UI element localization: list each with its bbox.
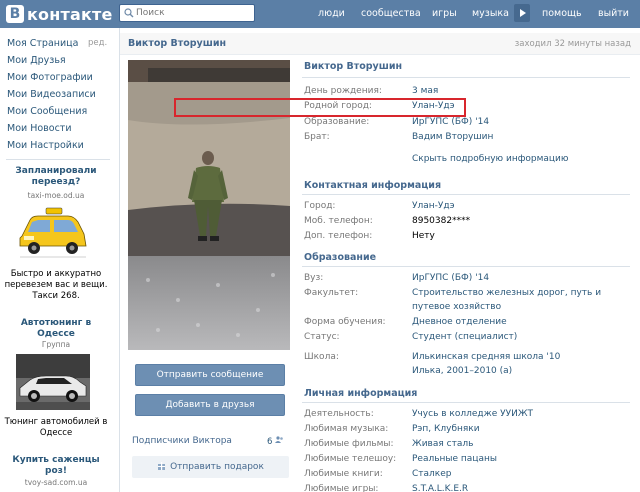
games-value[interactable]: S.T.A.L.K.E.R: [412, 484, 468, 492]
faculty-label: Факультет:: [304, 288, 359, 298]
birthday-value[interactable]: 3 мая: [412, 86, 438, 96]
brother-value[interactable]: Вадим Вторушин: [412, 132, 493, 142]
sidebar-edit-link[interactable]: ред.: [88, 38, 107, 48]
send-message-button[interactable]: Отправить сообщение: [135, 364, 285, 386]
send-gift-label: Отправить подарок: [170, 462, 264, 472]
education-section-title: Образование: [304, 252, 377, 263]
last-seen-status: заходил 32 минуты назад: [514, 39, 631, 49]
sidebar-item-photos[interactable]: Мои Фотографии: [7, 72, 93, 83]
top-header: В контакте люди сообщества игры музыка п…: [0, 0, 640, 28]
hide-details-link[interactable]: Скрыть подробную информацию: [412, 154, 568, 164]
books-label: Любимые книги:: [304, 469, 383, 479]
logo-text: контакте: [27, 4, 113, 24]
search-box[interactable]: [119, 4, 255, 22]
sidebar-item-friends[interactable]: Мои Друзья: [7, 55, 66, 66]
ad-domain: tvoy-sad.com.ua: [24, 478, 88, 487]
section-divider: [302, 194, 630, 195]
school-location-value[interactable]: Илька, 2001–2010 (а): [412, 366, 512, 376]
ad-domain: taxi-moe.od.ua: [27, 191, 85, 200]
profile-name-header: Виктор Вторушин: [128, 38, 227, 49]
followers-count[interactable]: 6: [267, 436, 284, 447]
ad-title[interactable]: Автотюнинг в Одессе: [4, 318, 108, 340]
section-divider: [302, 266, 630, 267]
sidebar-divider: [6, 159, 110, 160]
personal-section-title: Личная информация: [304, 388, 418, 399]
nav-games[interactable]: игры: [432, 8, 457, 19]
nav-help[interactable]: помощь: [542, 8, 582, 19]
ad-car-image[interactable]: [16, 354, 90, 410]
tv-label: Любимые телешоу:: [304, 454, 397, 464]
sidebar-item-settings[interactable]: Мои Настройки: [7, 140, 84, 151]
sidebar-item-news[interactable]: Мои Новости: [7, 123, 72, 134]
study-form-value[interactable]: Дневное отделение: [412, 317, 507, 327]
ad-text: Тюнинг автомобилей в Одессе: [4, 417, 108, 438]
birthday-label: День рождения:: [304, 86, 382, 96]
mobile-value: 8950382****: [412, 216, 471, 226]
section-divider: [302, 77, 630, 78]
ad-title[interactable]: Купить саженцы роз!: [4, 455, 108, 477]
sidebar-item-videos[interactable]: Мои Видеозаписи: [7, 89, 96, 100]
left-sidebar: Моя Страница ред. Мои Друзья Мои Фотогра…: [0, 28, 116, 492]
section-divider: [302, 402, 630, 403]
gift-icon: [158, 462, 166, 470]
nav-people[interactable]: люди: [318, 8, 345, 19]
followers-link[interactable]: Подписчики Виктора: [132, 436, 232, 446]
sidebar-item-messages[interactable]: Мои Сообщения: [7, 106, 87, 117]
mobile-label: Моб. телефон:: [304, 216, 373, 226]
faculty-value-line1[interactable]: Строительство железных дорог, путь и: [412, 288, 601, 298]
contacts-section-title: Контактная информация: [304, 180, 442, 191]
logo[interactable]: В контакте: [6, 4, 113, 24]
school-value[interactable]: Илькинская средняя школа '10: [412, 352, 560, 362]
sidebar-item-my-page[interactable]: Моя Страница: [7, 38, 78, 49]
education-label: Образование:: [304, 117, 370, 127]
city-label: Город:: [304, 201, 336, 211]
nav-communities[interactable]: сообщества: [361, 8, 421, 19]
ad-title[interactable]: Запланировали переезд?: [4, 166, 108, 188]
extra-phone-label: Доп. телефон:: [304, 231, 373, 241]
films-value[interactable]: Живая сталь: [412, 439, 473, 449]
nav-logout[interactable]: выйти: [598, 8, 629, 19]
university-label: Вуз:: [304, 273, 324, 283]
profile-full-name: Виктор Вторушин: [304, 61, 403, 72]
city-value[interactable]: Улан-Удэ: [412, 201, 455, 211]
search-input[interactable]: [136, 6, 251, 20]
ad-taxi-image[interactable]: [16, 206, 90, 261]
tv-value[interactable]: Реальные пацаны: [412, 454, 497, 464]
extra-phone-value: Нету: [412, 231, 435, 241]
brother-label: Брат:: [304, 132, 330, 142]
status-label: Статус:: [304, 332, 340, 342]
films-label: Любимые фильмы:: [304, 439, 394, 449]
hometown-highlight-box: [174, 98, 466, 117]
search-icon: [124, 8, 134, 18]
logo-mark: В: [6, 5, 24, 23]
add-friend-button[interactable]: Добавить в друзья: [135, 394, 285, 416]
people-icon: [275, 436, 283, 443]
games-label: Любимые игры:: [304, 484, 379, 492]
education-value[interactable]: ИрГУПС (БФ) '14: [412, 117, 489, 127]
ad-domain: Группа: [41, 340, 71, 349]
nav-music[interactable]: музыка: [472, 8, 509, 19]
faculty-value-line2[interactable]: путевое хозяйство: [412, 302, 501, 312]
play-icon[interactable]: [514, 4, 530, 22]
status-value[interactable]: Студент (специалист): [412, 332, 517, 342]
send-gift-button[interactable]: Отправить подарок: [132, 456, 289, 478]
followers-count-value: 6: [267, 437, 273, 447]
ad-text: Быстро и аккуратно перевезем вас и вещи.…: [4, 269, 108, 301]
music-value[interactable]: Рэп, Клубняки: [412, 424, 480, 434]
activity-label: Деятельность:: [304, 409, 374, 419]
profile-name-bar: Виктор Вторушин заходил 32 минуты назад: [120, 33, 640, 55]
university-value[interactable]: ИрГУПС (БФ) '14: [412, 273, 489, 283]
activity-value[interactable]: Учусь в колледже УУИЖТ: [412, 409, 533, 419]
school-label: Школа:: [304, 352, 339, 362]
study-form-label: Форма обучения:: [304, 317, 386, 327]
books-value[interactable]: Сталкер: [412, 469, 451, 479]
music-label: Любимая музыка:: [304, 424, 389, 434]
